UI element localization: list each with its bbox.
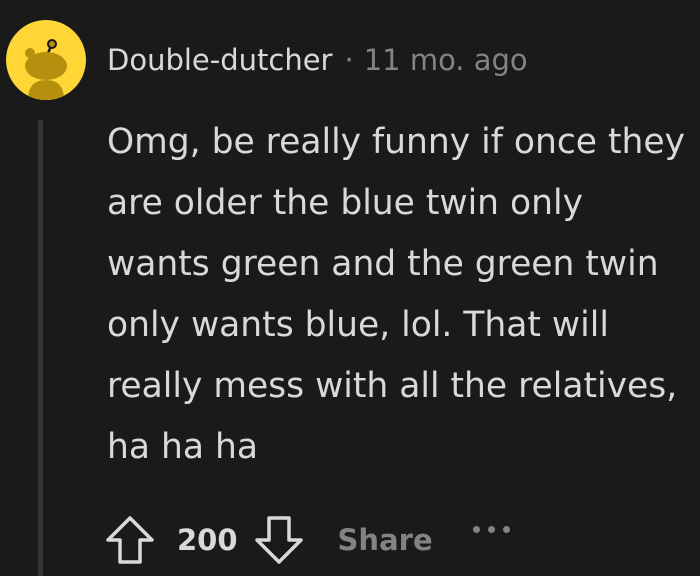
meta-separator: · (344, 43, 354, 77)
snoo-avatar-icon[interactable] (6, 20, 86, 100)
comment-body: Omg, be really funny if once they are ol… (107, 122, 686, 467)
downvote-arrow-icon (254, 516, 303, 564)
downvote-button[interactable] (252, 513, 306, 567)
comment-meta: Double-dutcher · 11 mo. ago (107, 40, 528, 80)
share-button[interactable]: Share (338, 523, 433, 557)
upvote-arrow-icon (106, 516, 154, 564)
vote-score: 200 (177, 523, 238, 557)
more-dot (487, 525, 495, 533)
thread-line[interactable] (38, 120, 43, 576)
more-dot (472, 525, 480, 533)
more-dot (502, 525, 510, 533)
upvote-button[interactable] (103, 513, 157, 567)
username-link[interactable]: Double-dutcher (107, 43, 332, 77)
more-options-icon[interactable] (472, 514, 510, 544)
comment-card: Double-dutcher · 11 mo. ago Omg, be real… (0, 0, 700, 576)
timestamp[interactable]: 11 mo. ago (364, 43, 528, 77)
comment-actions: 200 Share (103, 510, 510, 570)
